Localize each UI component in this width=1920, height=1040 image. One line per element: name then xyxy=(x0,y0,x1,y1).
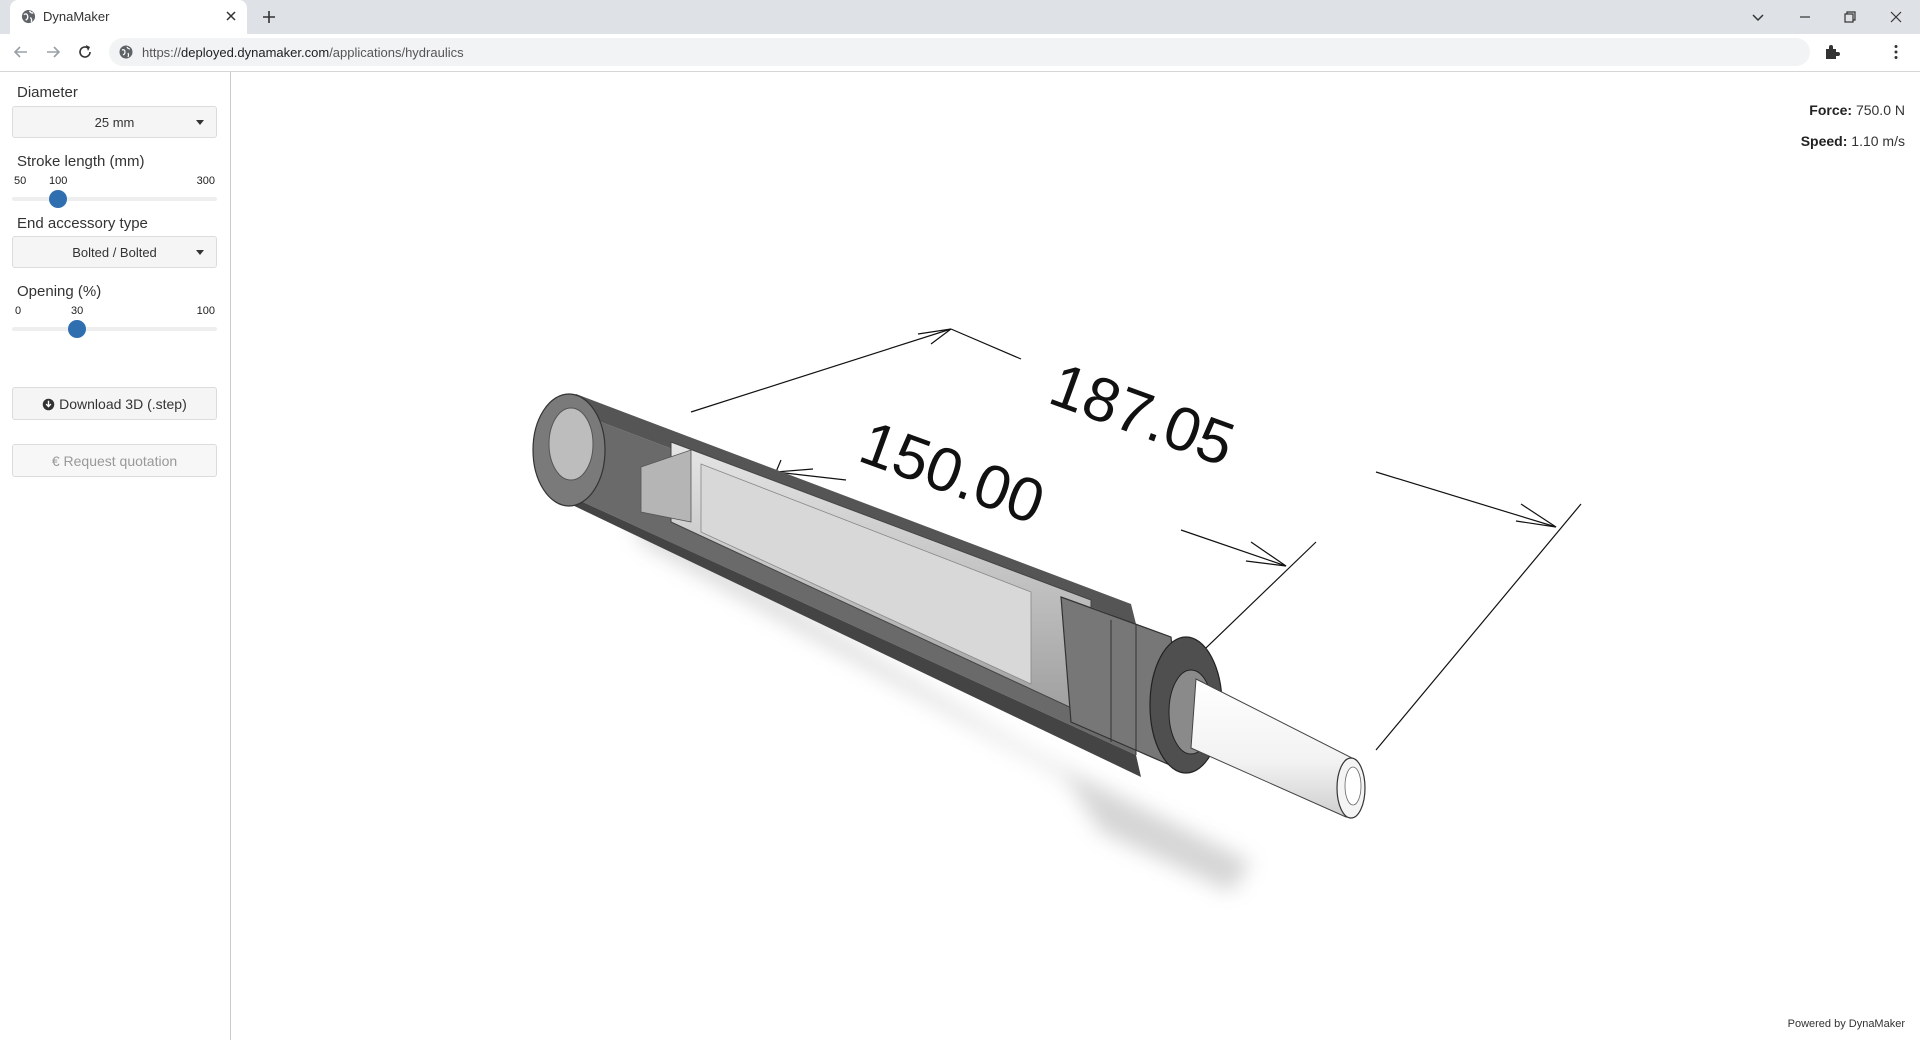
stroke-slider[interactable]: 50 100 300 xyxy=(12,175,217,215)
url-text: https://deployed.dynamaker.com/applicati… xyxy=(142,45,464,60)
request-quotation-button[interactable]: € Request quotation xyxy=(12,444,217,477)
download-step-label: Download 3D (.step) xyxy=(59,396,187,412)
diameter-label: Diameter xyxy=(17,84,78,101)
site-info-icon[interactable] xyxy=(118,44,134,60)
url-scheme: https:// xyxy=(142,45,182,60)
3d-viewport[interactable]: Force: 750.0 N Speed: 1.10 m/s 187.05 15… xyxy=(231,72,1920,1040)
browser-toolbar: https://deployed.dynamaker.com/applicati… xyxy=(0,34,1920,72)
opening-thumb[interactable] xyxy=(68,320,86,338)
kebab-menu-icon[interactable] xyxy=(1887,43,1905,61)
opening-label: Opening (%) xyxy=(17,283,102,300)
request-quotation-content: € Request quotation xyxy=(13,453,216,469)
forward-icon[interactable] xyxy=(43,42,63,62)
puzzle-icon[interactable] xyxy=(1823,43,1841,61)
url-host: deployed.dynamaker.com xyxy=(181,45,330,60)
accessory-select[interactable]: Bolted / Bolted xyxy=(12,236,217,268)
opening-track[interactable] xyxy=(12,327,217,331)
piston-rod xyxy=(1190,678,1366,819)
opening-slider[interactable]: 0 30 100 xyxy=(12,305,217,345)
opening-max: 100 xyxy=(196,305,215,317)
diameter-value: 25 mm xyxy=(94,115,135,130)
plus-icon[interactable] xyxy=(260,8,278,26)
back-icon[interactable] xyxy=(11,42,31,62)
stroke-label: Stroke length (mm) xyxy=(17,153,145,170)
reload-icon[interactable] xyxy=(75,42,95,62)
browser-tab-bar: DynaMaker xyxy=(0,0,1920,34)
request-quotation-label: Request quotation xyxy=(63,453,178,469)
stroke-thumb[interactable] xyxy=(49,190,67,208)
download-step-content: Download 3D (.step) xyxy=(13,396,216,412)
euro-icon: € xyxy=(51,453,60,469)
download-step-button[interactable]: Download 3D (.step) xyxy=(12,387,217,420)
globe-icon xyxy=(21,9,36,24)
dimension-total-length: 187.05 xyxy=(1041,350,1243,480)
app: Diameter 25 mm Stroke length (mm) 50 100… xyxy=(0,72,1920,1040)
minimize-icon[interactable] xyxy=(1793,5,1817,29)
stroke-value: 100 xyxy=(49,175,68,187)
stroke-track[interactable] xyxy=(12,197,217,201)
opening-value: 30 xyxy=(71,305,84,317)
download-icon xyxy=(42,398,55,411)
address-bar[interactable]: https://deployed.dynamaker.com/applicati… xyxy=(109,38,1810,66)
tab-title: DynaMaker xyxy=(43,9,110,24)
url-path: /applications/hydraulics xyxy=(329,45,464,60)
accessory-label: End accessory type xyxy=(17,215,148,232)
caret-down-icon xyxy=(196,120,204,125)
close-icon[interactable] xyxy=(223,8,239,24)
caret-down-icon xyxy=(196,250,204,255)
accessory-value: Bolted / Bolted xyxy=(72,245,157,260)
configurator-sidebar: Diameter 25 mm Stroke length (mm) 50 100… xyxy=(0,72,231,1040)
restore-icon[interactable] xyxy=(1838,5,1862,29)
diameter-select[interactable]: 25 mm xyxy=(12,106,217,138)
stroke-min: 50 xyxy=(14,175,27,187)
tab-search-icon[interactable] xyxy=(1746,5,1770,29)
browser-tab[interactable]: DynaMaker xyxy=(10,0,247,34)
cylinder-model-render: 187.05 150.00 xyxy=(532,328,1582,892)
stroke-max: 300 xyxy=(196,175,215,187)
close-window-icon[interactable] xyxy=(1884,5,1908,29)
powered-by: Powered by DynaMaker xyxy=(1787,1018,1905,1030)
opening-min: 0 xyxy=(15,305,22,317)
